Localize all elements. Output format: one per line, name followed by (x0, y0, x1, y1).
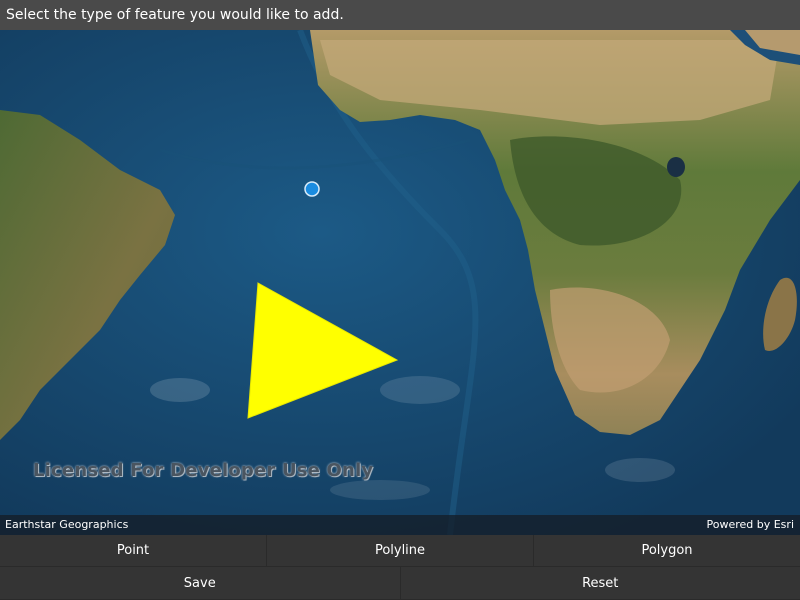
attribution-source: Earthstar Geographics (5, 518, 129, 531)
feature-type-toolbar: Point Polyline Polygon (0, 535, 800, 567)
instruction-text: Select the type of feature you would lik… (6, 7, 344, 23)
attribution-bar: Earthstar Geographics Powered by Esri (0, 515, 800, 535)
point-button[interactable]: Point (0, 535, 267, 567)
attribution-powered-by[interactable]: Powered by Esri (706, 515, 794, 535)
map-view[interactable]: Licensed For Developer Use Only Earthsta… (0, 30, 800, 535)
app-window: Select the type of feature you would lik… (0, 0, 800, 600)
reset-button[interactable]: Reset (400, 567, 800, 600)
point-feature[interactable] (304, 181, 320, 197)
instruction-bar: Select the type of feature you would lik… (0, 0, 800, 30)
polygon-button[interactable]: Polygon (534, 535, 800, 567)
action-toolbar: Save Reset (0, 567, 800, 600)
license-watermark: Licensed For Developer Use Only (33, 460, 374, 481)
polyline-button[interactable]: Polyline (267, 535, 534, 567)
save-button[interactable]: Save (0, 567, 401, 600)
